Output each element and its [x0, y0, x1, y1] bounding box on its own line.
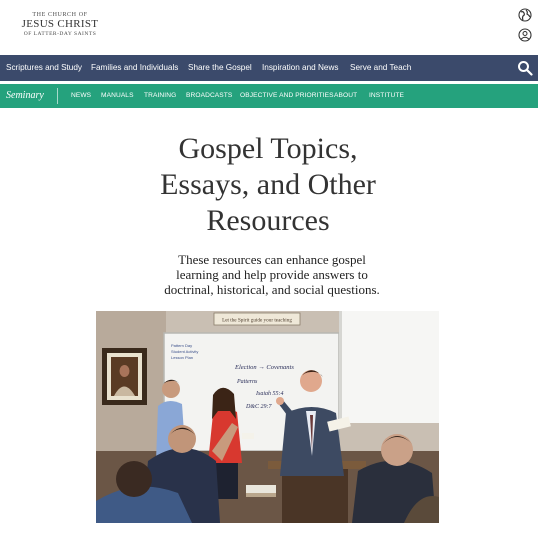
- page-description: These resources can enhance gospel learn…: [0, 252, 538, 297]
- classroom-illustration: Let the Spirit guide your teaching Patte…: [96, 311, 439, 523]
- svg-text:Pattern Day: Pattern Day: [171, 343, 192, 348]
- subnav-manuals[interactable]: MANUALS: [101, 84, 134, 108]
- page-title-line: Gospel Topics,: [178, 132, 358, 165]
- subnav-institute[interactable]: INSTITUTE: [369, 84, 404, 108]
- site-header: THE CHURCH OF JESUS CHRIST OF LATTER-DAY…: [0, 0, 538, 55]
- nav-families-and-individuals[interactable]: Families and Individuals: [91, 55, 178, 81]
- user-account-icon[interactable]: [518, 28, 532, 42]
- photo-sign-text: Let the Spirit guide your teaching: [222, 318, 292, 324]
- description-line: These resources can enhance gospel: [178, 252, 366, 267]
- nav-divider: [57, 88, 58, 104]
- svg-text:Student Activity: Student Activity: [171, 349, 198, 354]
- seminary-navigation: Seminary NEWS MANUALS TRAINING BROADCAST…: [0, 84, 538, 108]
- page-title-line: Essays, and Other: [160, 168, 376, 201]
- page-title: Gospel Topics, Essays, and Other Resourc…: [0, 131, 536, 239]
- seminary-brand-link[interactable]: Seminary: [6, 84, 44, 108]
- board-text-line: Election → Covenants: [234, 364, 294, 371]
- board-text-line: Isaiah 55:4: [255, 390, 284, 397]
- church-logo[interactable]: THE CHURCH OF JESUS CHRIST OF LATTER-DAY…: [15, 11, 105, 38]
- nav-share-the-gospel[interactable]: Share the Gospel: [188, 55, 252, 81]
- nav-serve-and-teach[interactable]: Serve and Teach: [350, 55, 411, 81]
- board-text-line: D&C 29:7: [245, 404, 273, 410]
- description-line: doctrinal, historical, and social questi…: [164, 282, 380, 297]
- page-title-line: Resources: [206, 204, 330, 237]
- subnav-news[interactable]: NEWS: [71, 84, 91, 108]
- subnav-broadcasts[interactable]: BROADCASTS: [186, 84, 232, 108]
- subnav-training[interactable]: TRAINING: [144, 84, 176, 108]
- classroom-photo: Let the Spirit guide your teaching Patte…: [96, 311, 439, 523]
- globe-icon[interactable]: [518, 8, 532, 22]
- subnav-about[interactable]: ABOUT: [334, 84, 357, 108]
- svg-text:Lesson Plan: Lesson Plan: [171, 355, 193, 360]
- search-icon[interactable]: [517, 60, 533, 76]
- description-line: learning and help provide answers to: [176, 267, 368, 282]
- logo-line-2: JESUS CHRIST: [21, 18, 99, 30]
- main-navigation: Scriptures and Study Families and Indivi…: [0, 55, 538, 81]
- subnav-objective-and-priorities[interactable]: OBJECTIVE AND PRIORITIES: [240, 84, 334, 108]
- board-text-line: Patterns: [236, 379, 258, 385]
- nav-scriptures-and-study[interactable]: Scriptures and Study: [6, 55, 82, 81]
- nav-inspiration-and-news[interactable]: Inspiration and News: [262, 55, 338, 81]
- logo-line-3: OF LATTER-DAY SAINTS: [23, 31, 97, 37]
